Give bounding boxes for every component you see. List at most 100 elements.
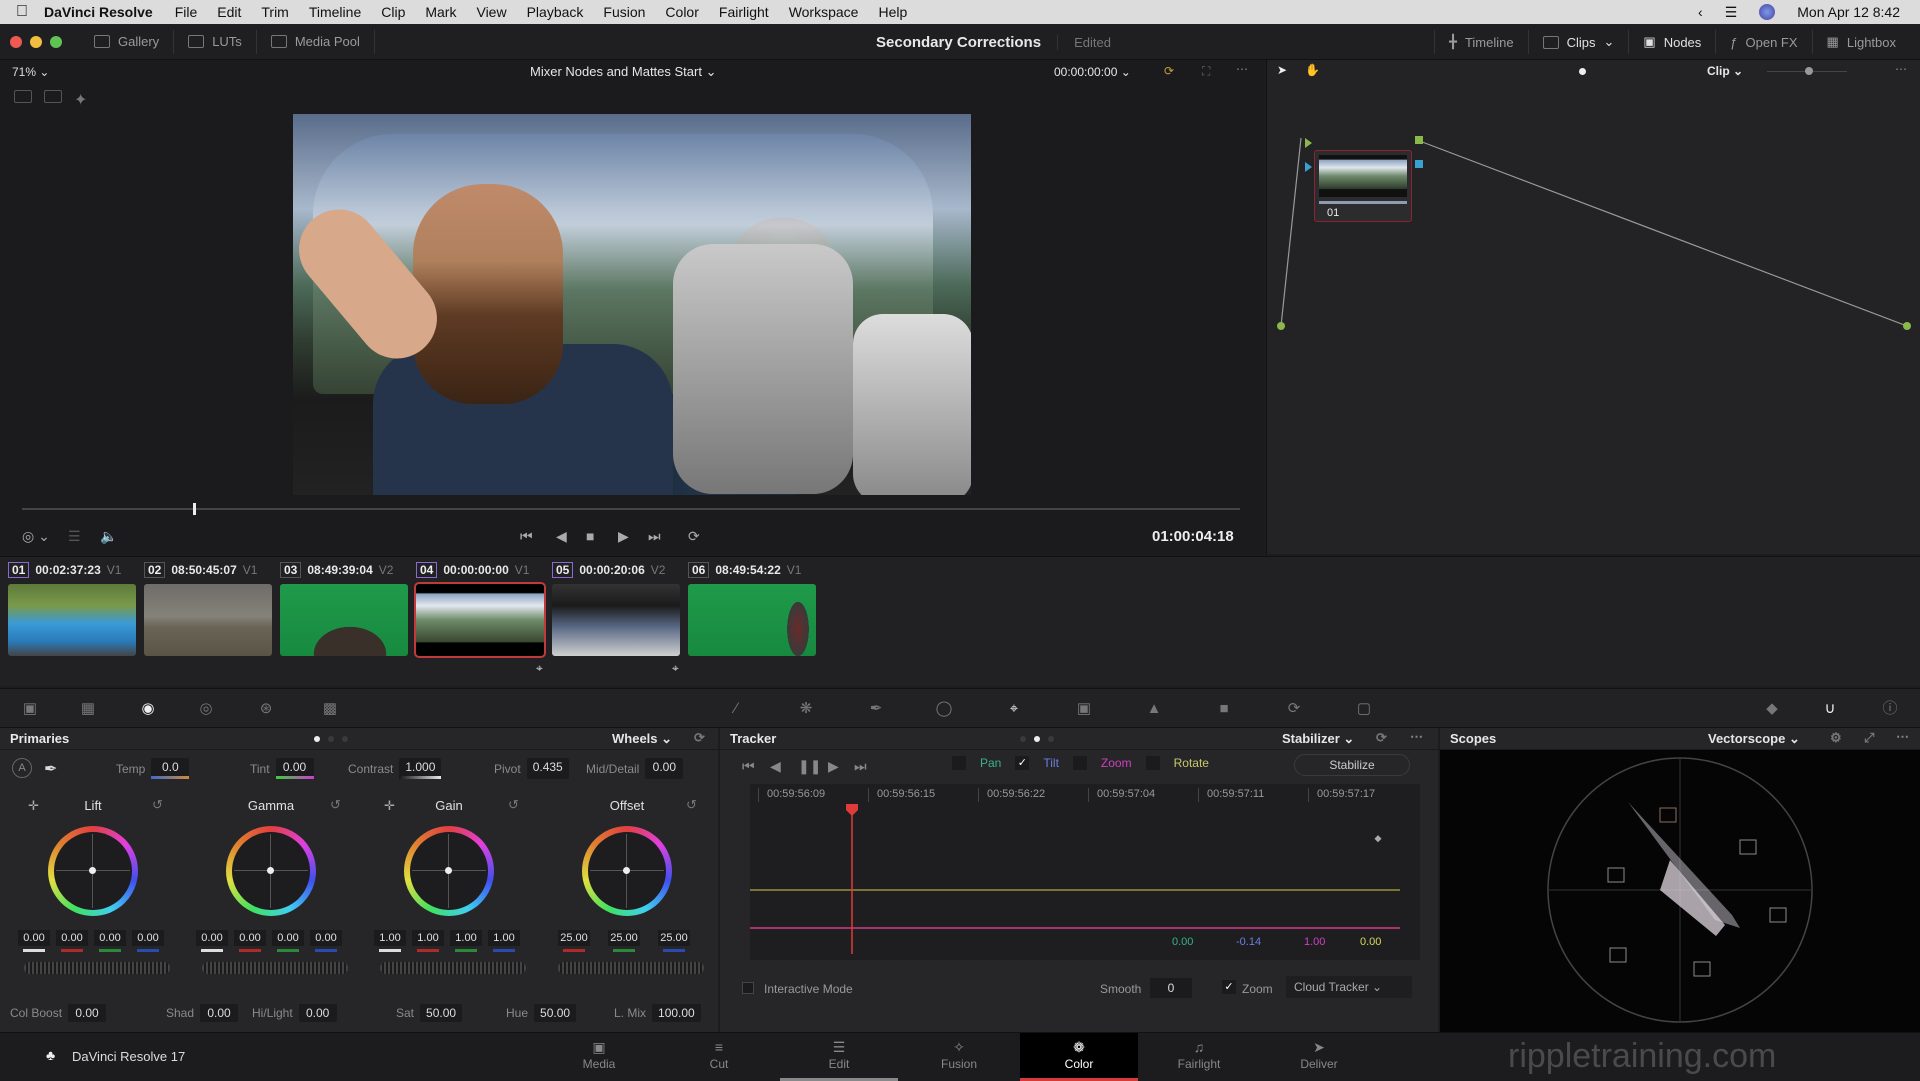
control-center-icon[interactable]: ☰ (1725, 4, 1738, 21)
page-tab-edit[interactable]: ☰ Edit (780, 1033, 898, 1081)
motion-effects-icon[interactable]: ▩ (320, 699, 340, 719)
onscreen-controls-icon[interactable]: ◎ ⌄ (22, 528, 50, 545)
color-wheels-icon[interactable]: ◉ (138, 699, 158, 719)
go-to-end-icon[interactable]: ⏭ (648, 528, 661, 545)
color-match-icon[interactable]: ▦ (78, 699, 98, 719)
reset-wheel-icon[interactable]: ↺ (152, 797, 163, 813)
window-icon[interactable]: ◯ (934, 699, 954, 719)
highlight-wand-icon[interactable]: ✦ (74, 90, 92, 109)
viewer-zoom-dropdown[interactable]: 71% ⌄ (12, 65, 49, 79)
param-value[interactable]: 0.00 (200, 1004, 239, 1022)
param-value[interactable]: 100.00 (652, 1004, 701, 1022)
node-rgb-output[interactable] (1415, 136, 1423, 144)
app-menu[interactable]: DaVinci Resolve (44, 4, 153, 20)
clip-image[interactable] (8, 584, 136, 656)
wheel-puck[interactable] (623, 867, 630, 874)
maximize-window-button[interactable] (50, 35, 62, 48)
param-shad[interactable]: Shad 0.00 (166, 1004, 239, 1022)
stabilize-button[interactable]: Stabilize (1294, 754, 1410, 776)
nodes-button[interactable]: ▣ Nodes (1628, 30, 1715, 54)
tracker-mode-dropdown[interactable]: Stabilizer ⌄ (1282, 731, 1354, 747)
clip-thumbnail-04[interactable]: 04 00:00:00:00 V1 (414, 561, 546, 658)
wheel-value-w[interactable]: 1.00 (374, 930, 406, 952)
param-value[interactable]: 0.00 (68, 1004, 107, 1022)
page-dots[interactable] (1020, 736, 1054, 742)
wheel-value-g[interactable]: 0.00 (272, 930, 304, 952)
expand-icon[interactable]: ⤢ (1864, 730, 1874, 746)
node-key-output[interactable] (1415, 160, 1423, 168)
track-reverse-icon[interactable]: ⏮ (742, 758, 755, 775)
scrubber-playhead[interactable] (192, 503, 196, 515)
menu-mark[interactable]: Mark (425, 4, 456, 20)
param-contrast[interactable]: Contrast 1.000 (348, 758, 442, 779)
chevron-left-icon[interactable]: ‹ (1698, 4, 1703, 20)
rgb-mixer-icon[interactable]: ⊛ (256, 699, 276, 719)
more-options-icon[interactable]: ⋯ (1236, 62, 1248, 76)
picker-icon[interactable]: ✒ (44, 759, 57, 779)
reset-wheel-icon[interactable]: ↺ (508, 797, 519, 813)
checkbox-zoom[interactable] (1072, 756, 1087, 770)
apple-menu-icon[interactable]:  (0, 3, 44, 21)
tracker-type-dropdown[interactable]: Cloud Tracker ⌄ (1286, 976, 1412, 998)
clip-thumbnail-01[interactable]: 01 00:02:37:23 V1 (8, 561, 138, 656)
info-icon[interactable]: ⓘ (1880, 699, 1900, 719)
menu-edit[interactable]: Edit (217, 4, 241, 20)
param-hue[interactable]: Hue 50.00 (506, 1004, 577, 1022)
clip-image[interactable] (144, 584, 272, 656)
siri-icon[interactable] (1759, 4, 1776, 20)
clip-image[interactable] (280, 584, 408, 656)
param-pivot[interactable]: Pivot 0.435 (494, 758, 569, 779)
menu-help[interactable]: Help (878, 4, 907, 20)
menu-view[interactable]: View (476, 4, 506, 20)
wheel-value-r[interactable]: 1.00 (412, 930, 444, 952)
param-hi-light[interactable]: Hi/Light 0.00 (252, 1004, 337, 1022)
more-options-icon[interactable]: ⋯ (1410, 729, 1423, 745)
wheel-value-r[interactable]: 0.00 (56, 930, 88, 952)
master-wheel-slider[interactable] (558, 962, 704, 974)
reset-wheel-icon[interactable]: ↺ (686, 797, 697, 813)
page-tab-media[interactable]: ▣ Media (540, 1033, 658, 1081)
clip-thumbnail-06[interactable]: 06 08:49:54:22 V1 (688, 561, 818, 656)
hdr-wheels-icon[interactable]: ◎ (196, 699, 216, 719)
go-to-start-icon[interactable]: ⏮ (520, 528, 533, 545)
track-forward-icon[interactable]: ⏭ (854, 758, 867, 775)
clip-image[interactable] (414, 582, 546, 658)
reset-icon[interactable]: ⟳ (1376, 730, 1387, 746)
wheel-value-g[interactable]: 0.00 (94, 930, 126, 952)
luts-button[interactable]: LUTs (174, 29, 257, 54)
menu-color[interactable]: Color (665, 4, 698, 20)
checkbox-tilt[interactable]: ✓ (1015, 756, 1030, 770)
node-key-input[interactable] (1305, 162, 1312, 172)
page-tab-fusion[interactable]: ✧ Fusion (900, 1033, 1018, 1081)
scope-settings-icon[interactable]: ⚙ (1830, 730, 1842, 746)
fullscreen-icon[interactable]: ⛶ (1202, 64, 1210, 79)
checkbox-pan[interactable] (952, 756, 966, 770)
master-wheel-slider[interactable] (24, 962, 170, 974)
gallery-button[interactable]: Gallery (80, 29, 175, 54)
sizing-icon[interactable]: ⟳ (1284, 699, 1304, 719)
wheel-value-b[interactable]: 1.00 (488, 930, 520, 952)
param-col-boost[interactable]: Col Boost 0.00 (10, 1004, 107, 1022)
auto-balance-icon[interactable]: A (12, 758, 32, 778)
wheel-puck[interactable] (267, 867, 274, 874)
key-icon[interactable]: ■ (1214, 699, 1234, 719)
reverse-play-icon[interactable]: ◀ (556, 528, 567, 545)
stop-icon[interactable]: ■ (586, 528, 594, 544)
clip-thumbnail-02[interactable]: 02 08:50:45:07 V1 (144, 561, 274, 656)
param-value[interactable]: 50.00 (420, 1004, 463, 1022)
close-window-button[interactable] (10, 35, 22, 48)
media-pool-button[interactable]: Media Pool (257, 29, 375, 54)
tracker-icon[interactable]: ⌖ (1004, 699, 1024, 719)
reset-wheel-icon[interactable]: ↺ (330, 797, 341, 813)
minimize-window-button[interactable] (30, 35, 42, 48)
wheel-puck[interactable] (445, 867, 452, 874)
wheel-value-b[interactable]: 0.00 (310, 930, 342, 952)
param-value[interactable]: 0.435 (526, 758, 569, 779)
play-icon[interactable]: ▶ (618, 528, 629, 545)
timeline-button[interactable]: ╋ Timeline (1434, 30, 1527, 54)
page-tab-cut[interactable]: ≡ Cut (660, 1033, 778, 1081)
wheel-value-r[interactable]: 0.00 (234, 930, 266, 952)
menu-timeline[interactable]: Timeline (309, 4, 361, 20)
param-value[interactable]: 0.0 (151, 758, 190, 779)
timeline-name-dropdown[interactable]: Mixer Nodes and Mattes Start ⌄ (530, 64, 716, 80)
